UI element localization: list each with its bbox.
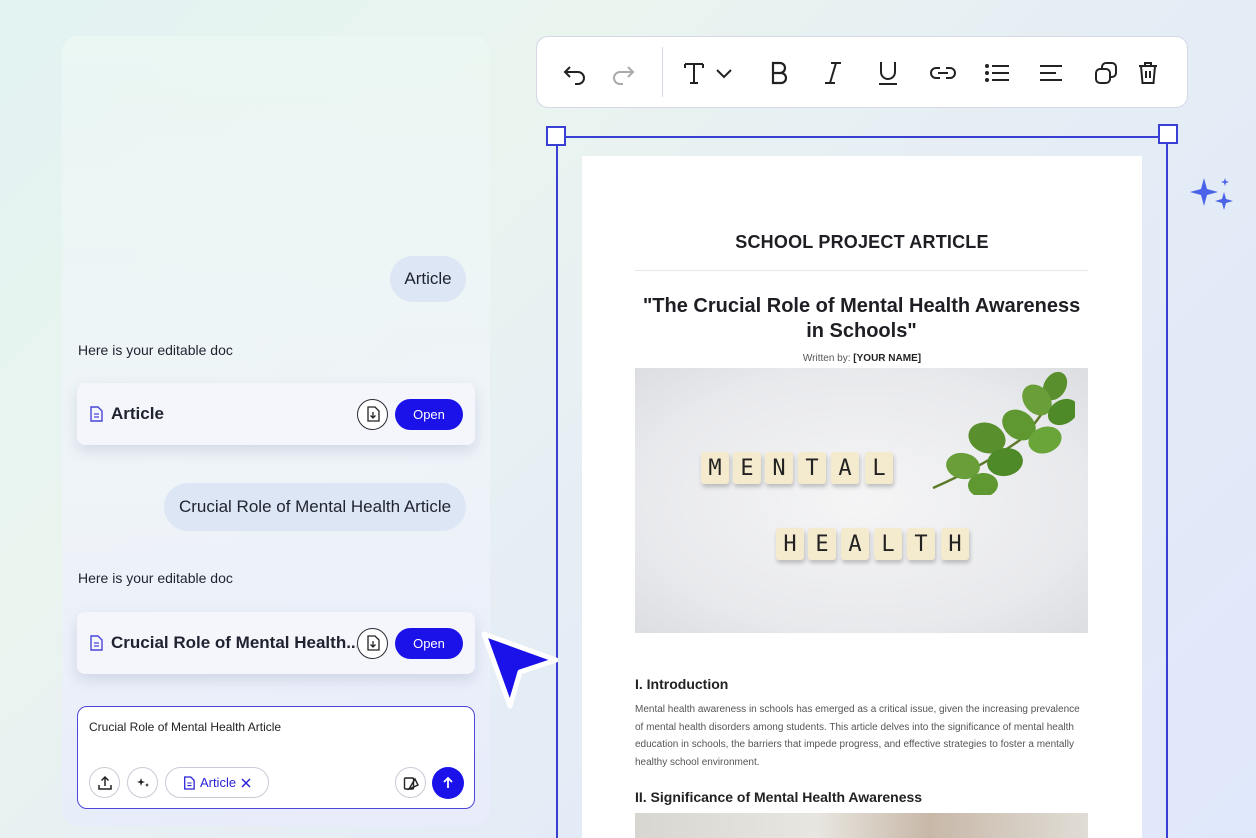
redo-icon: [613, 66, 635, 85]
byline: Written by: [YOUR NAME]: [582, 353, 1142, 364]
undo-icon: [563, 66, 585, 85]
close-icon[interactable]: [241, 777, 251, 788]
duplicate-button[interactable]: [1090, 57, 1122, 89]
italic-button[interactable]: [817, 57, 849, 89]
open-button[interactable]: Open: [395, 398, 463, 430]
link-button[interactable]: [927, 57, 959, 89]
ai-enhance-button[interactable]: [127, 767, 158, 798]
section-paragraph: Mental health awareness in schools has e…: [635, 704, 1080, 768]
text-style-icon: [684, 63, 704, 84]
document-heading: SCHOOL PROJECT ARTICLE: [735, 232, 989, 252]
text-style-dropdown[interactable]: [683, 57, 747, 89]
leaf-branch: [932, 371, 1075, 495]
arrow-up-icon: [443, 776, 453, 788]
download-button[interactable]: [357, 627, 388, 659]
doc-card[interactable]: Crucial Role of Mental Health... Open: [77, 612, 475, 674]
document-icon: [184, 775, 195, 790]
underline-icon: [879, 62, 897, 85]
section-heading: I. Introduction: [635, 676, 729, 692]
message-composer[interactable]: Crucial Role of Mental Health Article Ar…: [77, 706, 475, 809]
open-button[interactable]: Open: [395, 627, 463, 659]
resize-handle[interactable]: [546, 126, 566, 146]
download-icon: [366, 406, 380, 422]
template-button[interactable]: [395, 767, 426, 798]
document-icon: [89, 406, 103, 422]
download-icon: [366, 635, 380, 651]
duplicate-icon: [1095, 62, 1117, 84]
toolbar-separator: [662, 47, 663, 97]
letter-tile: E: [808, 528, 836, 560]
italic-icon: [825, 62, 841, 84]
sparkle-icon: [136, 777, 149, 787]
undo-button[interactable]: [559, 57, 591, 89]
byline-label: Written by:: [802, 353, 851, 364]
letter-tile: N: [765, 452, 793, 484]
letter-tile: M: [701, 452, 729, 484]
delete-button[interactable]: [1132, 57, 1164, 89]
user-message: Article: [390, 256, 466, 302]
mental-health-image: M E N T A L H E A L T H: [635, 368, 1088, 633]
document-icon: [89, 635, 103, 651]
chevron-down-icon: [716, 69, 732, 79]
article-title: "The Crucial Role of Mental Health Aware…: [642, 295, 1081, 342]
link-icon: [930, 67, 956, 79]
letter-tile: T: [798, 452, 826, 484]
align-left-button[interactable]: [1035, 57, 1067, 89]
underline-button[interactable]: [872, 57, 904, 89]
letter-tile: E: [733, 452, 761, 484]
editor-toolbar: [536, 36, 1188, 108]
upload-icon: [97, 775, 112, 790]
doc-card[interactable]: Article Open: [77, 383, 475, 445]
letter-tile: L: [865, 452, 893, 484]
letter-tile: H: [776, 528, 804, 560]
divider: [635, 270, 1088, 271]
attached-doc-chip[interactable]: Article: [165, 767, 269, 798]
delete-icon: [1139, 62, 1157, 84]
shapes-icon: [403, 776, 419, 791]
sparkle-icon: [1190, 178, 1233, 210]
send-button[interactable]: [432, 767, 464, 799]
download-button[interactable]: [357, 398, 388, 430]
bold-icon: [771, 61, 788, 85]
chip-label: Article: [199, 775, 237, 790]
user-message: Crucial Role of Mental Health Article: [164, 483, 466, 531]
letter-tile: H: [941, 528, 969, 560]
doc-card-title: Crucial Role of Mental Health...: [111, 633, 357, 652]
letter-tile: A: [841, 528, 869, 560]
chat-panel: Article Here is your editable doc Articl…: [62, 36, 490, 826]
doc-card-title: Article: [111, 404, 164, 423]
letter-tile: L: [874, 528, 902, 560]
letter-tile: T: [907, 528, 935, 560]
assistant-message: Here is your editable doc: [78, 342, 233, 358]
section-heading: II. Significance of Mental Health Awaren…: [635, 789, 923, 805]
resize-handle[interactable]: [1158, 124, 1178, 144]
bulleted-list-button[interactable]: [981, 57, 1013, 89]
letter-tile: A: [831, 452, 859, 484]
section-image: [635, 813, 1088, 838]
bold-button[interactable]: [763, 57, 795, 89]
bulleted-list-icon: [985, 64, 1009, 82]
assistant-message: Here is your editable doc: [78, 570, 233, 586]
byline-name: [YOUR NAME]: [853, 353, 922, 364]
upload-button[interactable]: [89, 767, 120, 798]
document-page[interactable]: SCHOOL PROJECT ARTICLE "The Crucial Role…: [582, 156, 1142, 838]
redo-button[interactable]: [607, 57, 639, 89]
composer-input[interactable]: Crucial Role of Mental Health Article: [89, 720, 281, 734]
align-left-icon: [1040, 65, 1062, 81]
cursor-pointer-icon: [481, 631, 559, 709]
